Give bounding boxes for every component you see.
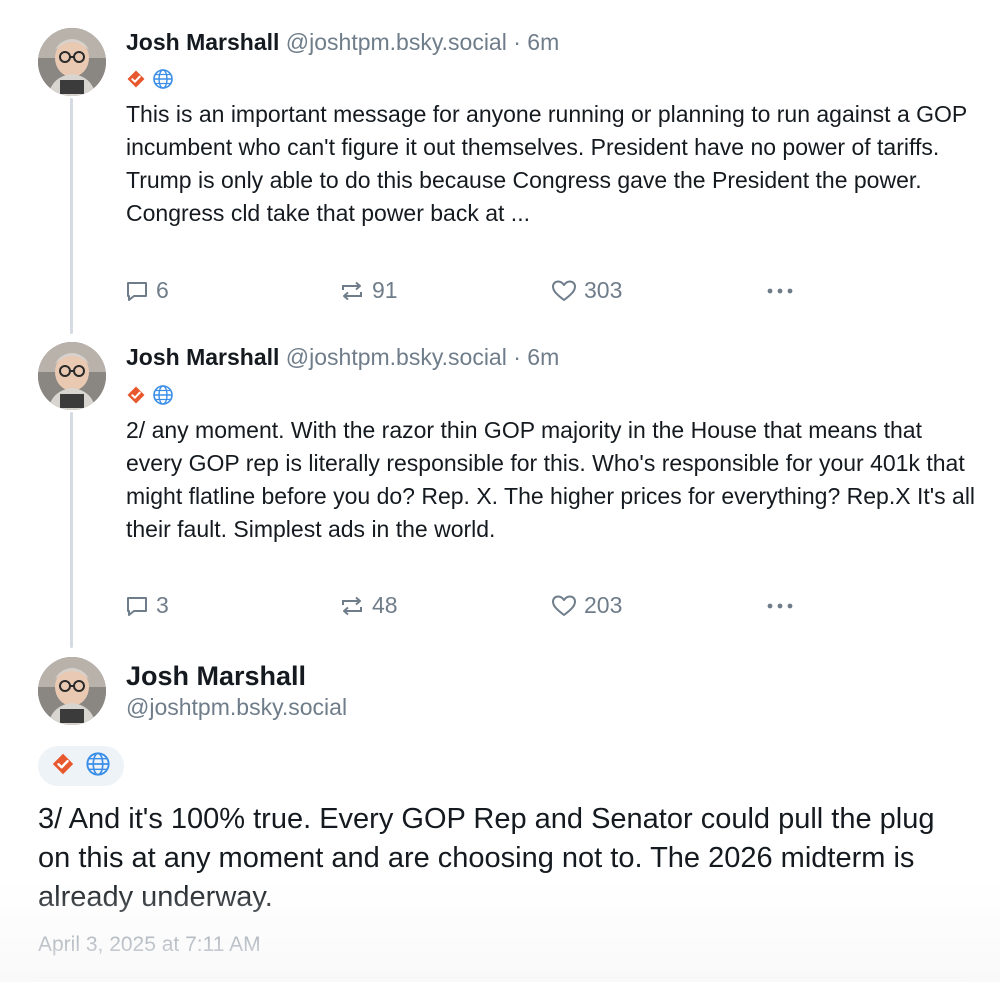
repost-icon [338,593,366,619]
like-count: 303 [584,277,623,303]
more-options-button[interactable] [764,592,796,625]
repost-count: 48 [372,592,398,618]
badges [126,384,174,406]
badges [126,68,174,90]
more-options-button[interactable] [764,277,796,310]
post-time[interactable]: · 6m [513,344,559,370]
verified-check-icon[interactable] [126,69,146,89]
more-options-icon [764,603,796,624]
reply-icon [124,593,150,619]
like-count: 203 [584,592,623,618]
repost-button[interactable]: 48 [338,592,398,619]
reply-icon [124,278,150,304]
heart-icon [550,278,578,304]
post-text: This is an important message for anyone … [126,101,967,226]
globe-icon[interactable] [85,751,111,782]
post-timestamp[interactable]: April 3, 2025 at 7:11 AM [38,933,261,957]
post-actions: 6 91 303 [124,277,804,307]
reply-button[interactable]: 3 [124,592,169,619]
heart-icon [550,593,578,619]
reply-count: 6 [156,277,169,303]
thread-line [70,412,73,648]
author-handle[interactable]: @joshtpm.bsky.social [126,693,347,721]
like-button[interactable]: 203 [550,592,622,619]
avatar[interactable] [38,342,106,410]
author-name[interactable]: Josh Marshall [126,660,306,692]
thread-line [70,98,73,334]
author-name[interactable]: Josh Marshall [126,344,279,370]
post-actions: 3 48 203 [124,592,804,622]
divider [38,977,966,978]
repost-count: 91 [372,277,398,303]
badges [38,746,124,786]
post-time[interactable]: · 6m [513,29,559,55]
avatar[interactable] [38,657,106,725]
reply-count: 3 [156,592,169,618]
like-button[interactable]: 303 [550,277,622,304]
reply-button[interactable]: 6 [124,277,169,304]
author-handle[interactable]: @joshtpm.bsky.social [286,29,507,55]
main-post-text: 3/ And it's 100% true. Every GOP Rep and… [38,803,935,913]
globe-icon[interactable] [152,384,174,406]
repost-button[interactable]: 91 [338,277,398,304]
post-text: 2/ any moment. With the razor thin GOP m… [126,417,976,542]
author-name[interactable]: Josh Marshall [126,29,279,55]
post-header: Josh Marshall @joshtpm.bsky.social · 6m [126,28,559,56]
post-header: Josh Marshall @joshtpm.bsky.social · 6m [126,343,559,371]
author-handle[interactable]: @joshtpm.bsky.social [286,344,507,370]
globe-icon[interactable] [152,68,174,90]
verified-check-icon[interactable] [126,385,146,405]
avatar[interactable] [38,28,106,96]
verified-check-icon[interactable] [51,752,75,781]
repost-icon [338,278,366,304]
more-options-icon [764,288,796,309]
